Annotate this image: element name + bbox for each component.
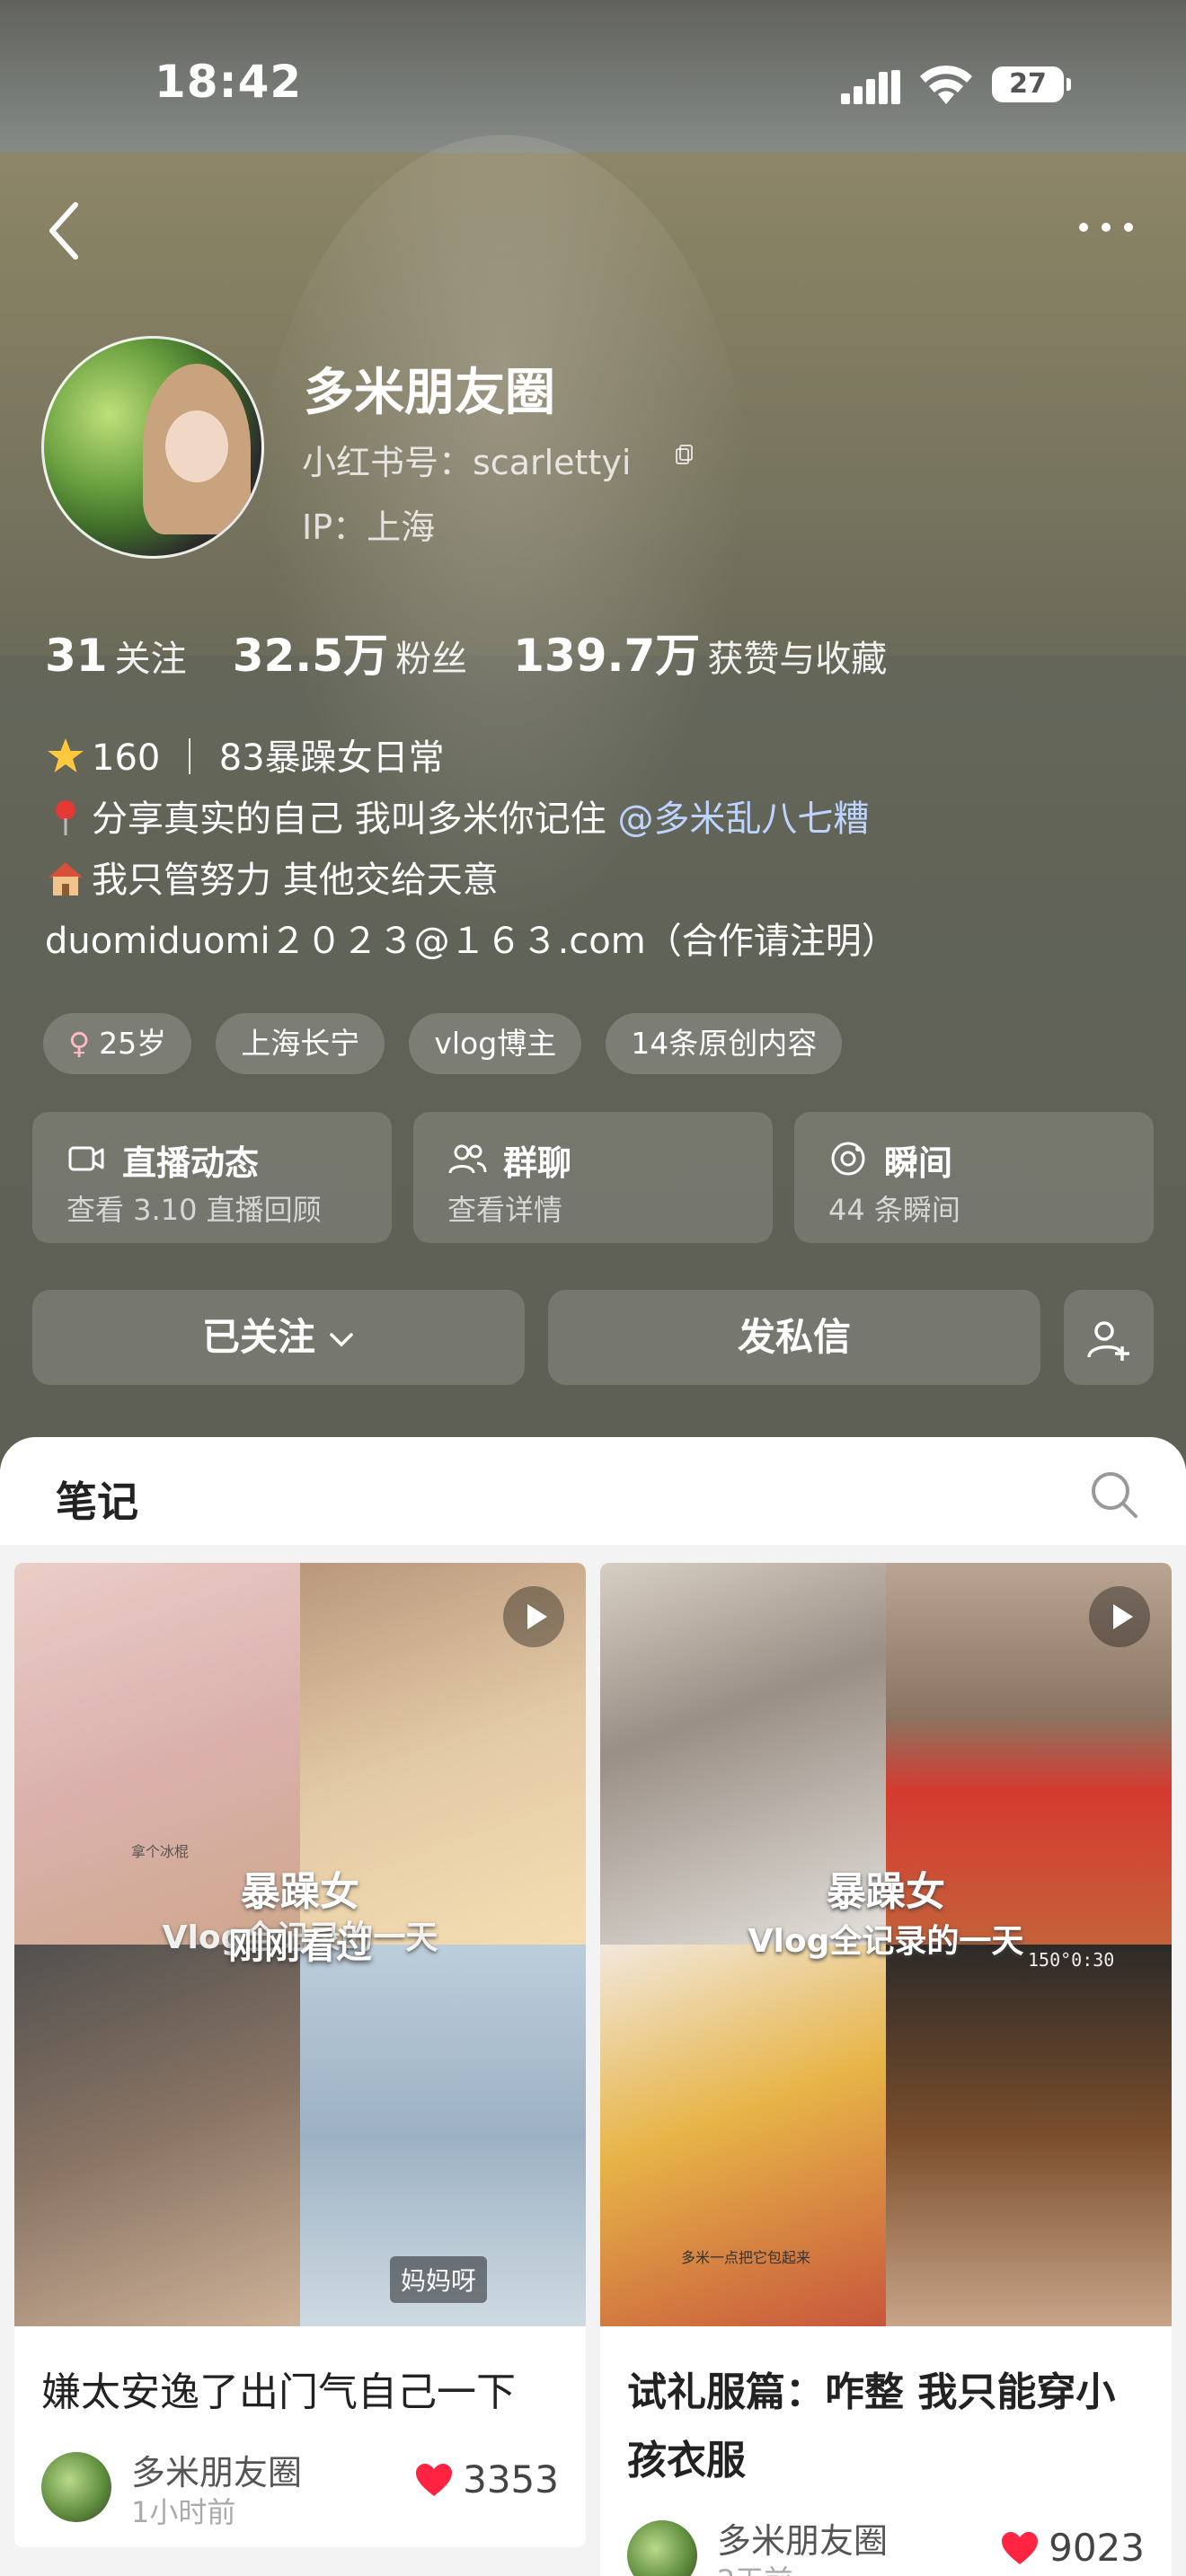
following-button[interactable]: 已关注 [32,1290,525,1385]
cover-overlay-title: 暴躁女 [241,1869,359,1915]
notes-sheet: 笔记 拿个冰棍 暴躁女 Vlog全记录的一天 刚刚看过 妈妈呀 嫌太安逸了出门气… [0,1437,1186,2576]
cover-tile-oven [886,1945,1172,2326]
search-icon[interactable] [1089,1469,1139,1520]
profile-tags: ♀ 25岁 上海长宁 vlog博主 14条原创内容 [43,1013,862,1074]
author-avatar[interactable] [627,2520,697,2576]
card-group-chat[interactable]: 群聊 查看详情 [413,1112,773,1243]
profile-bio: 160 ｜ 83暴躁女日常 分享真实的自己 我叫多米你记住 @多米乱八七糟 我只… [45,728,898,972]
like-button[interactable]: 3353 [414,2457,559,2501]
add-friend-button[interactable] [1064,1290,1154,1385]
note-meta: 多米朋友圈 1小时前 3353 [14,2439,586,2547]
wifi-icon [920,65,972,104]
chevron-down-icon [330,1332,353,1346]
play-icon [503,1586,564,1647]
feature-cards: 直播动态 查看 3.10 直播回顾 群聊 查看详情 瞬间 44 条瞬间 [32,1112,1154,1243]
status-bar: 18:42 27 [0,0,1186,171]
notes-header: 笔记 [0,1437,1186,1545]
red-id: 小红书号：scarlettyi [302,443,632,482]
add-user-icon [1087,1320,1129,1361]
stat-following[interactable]: 31 关注 [45,630,187,682]
card-live[interactable]: 直播动态 查看 3.10 直播回顾 [32,1112,392,1243]
tag-age: ♀ 25岁 [43,1013,192,1074]
star-emoji-icon [48,738,84,772]
profile-stats: 31 关注 32.5万 粉丝 139.7万 获赞与收藏 [45,620,928,682]
heart-icon [1002,2532,1039,2564]
author-name[interactable]: 多米朋友圈 [131,2445,302,2494]
play-icon [1089,1586,1150,1647]
tag-location: 上海长宁 [216,1013,385,1074]
tag-role: vlog博主 [409,1013,582,1074]
note-cover: 150°0:30 多米一点把它包起来 暴躁女 Vlog全记录的一天 [600,1563,1172,2326]
cover-overlay-subtitle: Vlog全记录的一天 [748,1923,1024,1960]
note-title: 试礼服篇：咋整 我只能穿小孩衣服 [627,2369,1116,2483]
message-button[interactable]: 发私信 [548,1290,1040,1385]
bio-line-1: 160 ｜ 83暴躁女日常 [45,728,898,789]
battery-indicator: 27 [992,66,1071,102]
bio-line-3: 我只管努力 其他交给天意 [45,850,898,911]
note-card[interactable]: 150°0:30 多米一点把它包起来 暴躁女 Vlog全记录的一天 试礼服篇：咋… [600,1563,1172,2576]
cover-mini-label: 拿个冰棍 [131,1843,190,1860]
signal-icon [841,70,900,104]
watched-label: 刚刚看过 [228,1926,372,1967]
live-icon [68,1146,104,1171]
heart-icon [416,2464,453,2496]
cover-overlay-title: 暴躁女 [827,1869,945,1915]
stat-likes-collects[interactable]: 139.7万 获赞与收藏 [513,620,887,684]
note-time: 1小时前 [131,2495,236,2529]
author-avatar[interactable] [41,2452,111,2522]
ip-location: IP：上海 [302,507,436,547]
tab-notes[interactable]: 笔记 [56,1469,138,1529]
more-options-icon[interactable] [1075,214,1137,241]
bio-line-2: 分享真实的自己 我叫多米你记住 @多米乱八七糟 [45,789,898,850]
note-card[interactable]: 拿个冰棍 暴躁女 Vlog全记录的一天 刚刚看过 妈妈呀 嫌太安逸了出门气自己一… [14,1563,586,2547]
female-icon: ♀ [68,1026,91,1061]
house-emoji-icon [49,862,83,895]
like-button[interactable]: 9023 [1000,2526,1145,2570]
moment-icon [831,1142,865,1176]
copy-icon[interactable] [676,444,694,465]
cover-mini-label: 多米一点把它包起来 [681,2249,811,2266]
group-icon [448,1144,487,1174]
stat-followers[interactable]: 32.5万 粉丝 [233,620,467,684]
bio-mention-link[interactable]: @多米乱八七糟 [617,798,869,840]
avatar-face [165,410,228,482]
back-arrow-icon[interactable] [43,199,88,262]
cover-watermark: 妈妈呀 [390,2256,488,2303]
bio-line-4: duomiduomi２０２３@１６３.com（合作请注明） [45,921,898,962]
avatar[interactable] [41,336,264,559]
pin-emoji-icon [56,800,75,835]
card-moments[interactable]: 瞬间 44 条瞬间 [794,1112,1154,1243]
note-meta: 多米朋友圈 2天前 9023 [600,2508,1172,2576]
note-time: 2天前 [717,2558,792,2576]
cover-tile-baking [600,1945,886,2326]
profile-name: 多米朋友圈 [304,364,555,422]
tag-original-count: 14条原创内容 [606,1013,843,1074]
note-title: 嫌太安逸了出门气自己一下 [41,2369,516,2415]
status-time: 18:42 [155,56,303,108]
author-name[interactable]: 多米朋友圈 [717,2513,888,2563]
note-cover: 拿个冰棍 暴躁女 Vlog全记录的一天 刚刚看过 妈妈呀 [14,1563,586,2326]
